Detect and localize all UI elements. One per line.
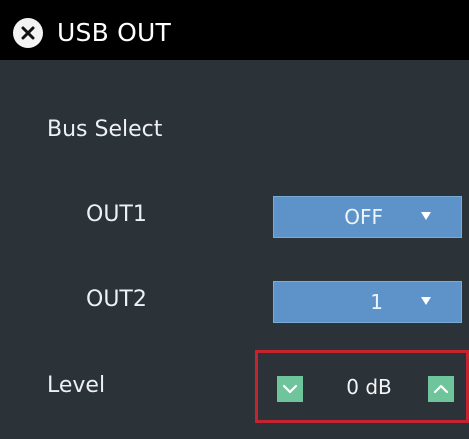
level-label: Level bbox=[47, 373, 106, 398]
window-title: USB OUT bbox=[57, 18, 171, 47]
out1-dropdown-value: OFF bbox=[344, 205, 383, 229]
dropdown-arrow-icon bbox=[421, 212, 431, 220]
chevron-down-icon bbox=[282, 384, 298, 394]
close-button[interactable] bbox=[13, 18, 43, 48]
level-up-button[interactable] bbox=[428, 376, 454, 402]
out2-dropdown[interactable]: 1 bbox=[273, 281, 462, 323]
window-header: USB OUT bbox=[0, 0, 469, 60]
chevron-up-icon bbox=[433, 384, 449, 394]
out2-dropdown-value: 1 bbox=[370, 290, 383, 314]
out2-label: OUT2 bbox=[86, 287, 147, 312]
level-down-button[interactable] bbox=[277, 376, 303, 402]
out1-dropdown[interactable]: OFF bbox=[273, 196, 462, 238]
level-value: 0 dB bbox=[346, 375, 392, 399]
dropdown-arrow-icon bbox=[421, 297, 431, 305]
close-icon bbox=[21, 26, 35, 40]
out1-label: OUT1 bbox=[86, 202, 147, 227]
bus-select-label: Bus Select bbox=[47, 117, 163, 142]
